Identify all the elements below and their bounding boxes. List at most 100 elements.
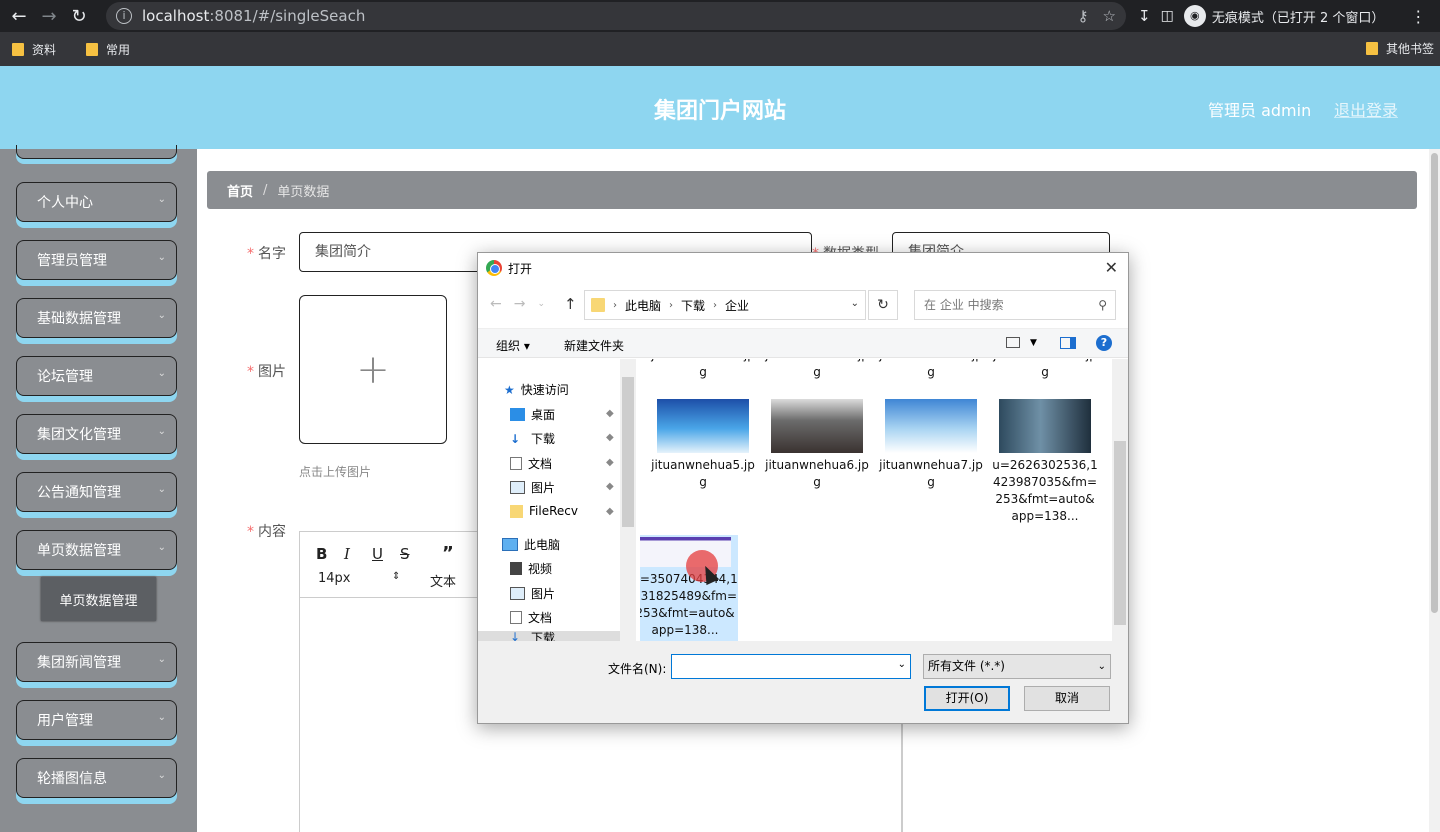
sidebar-item-basic-data[interactable]: 基础数据管理 ⌄ xyxy=(16,298,177,338)
cancel-button[interactable]: 取消 xyxy=(1024,686,1110,711)
plus-icon: + xyxy=(356,346,390,393)
file-item[interactable]: jituanwnehua1.jpg xyxy=(650,359,756,381)
download-icon[interactable]: ↧ xyxy=(1138,7,1151,25)
nav-pc-pictures[interactable]: 图片 xyxy=(510,585,555,602)
sidebar-item-label: 用户管理 xyxy=(37,713,93,729)
filetype-select[interactable]: 所有文件 (*.*) ⌄ xyxy=(923,654,1111,679)
path-bar[interactable]: › 此电脑 › 下载 › 企业 ⌄ xyxy=(584,290,866,320)
chevron-down-icon[interactable]: ⌄ xyxy=(898,659,906,670)
file-item[interactable]: u=2626302536,1423987035&fm=253&fmt=auto&… xyxy=(992,399,1098,525)
file-item[interactable]: jituanwnehua4.jpg xyxy=(992,359,1098,381)
view-dropdown-icon[interactable]: ▼ xyxy=(1030,338,1037,348)
path-segment[interactable]: 企业 xyxy=(725,297,749,314)
strikethrough-icon[interactable]: S xyxy=(400,545,410,563)
nav-quick-access[interactable]: ★ 快速访问 xyxy=(504,381,569,398)
folder-icon xyxy=(12,42,24,56)
nav-videos[interactable]: 视频 xyxy=(510,560,552,577)
video-icon xyxy=(510,562,522,575)
chrome-icon xyxy=(486,260,502,276)
pin-icon: ◆ xyxy=(606,457,614,468)
file-item[interactable]: jituanwnehua2.jpg xyxy=(764,359,870,381)
open-button[interactable]: 打开(O) xyxy=(924,686,1010,711)
help-icon[interactable]: ? xyxy=(1096,335,1112,351)
chevron-down-icon: ⌄ xyxy=(157,542,166,553)
refresh-icon[interactable]: ↻ xyxy=(868,290,898,320)
dialog-title: 打开 xyxy=(508,261,533,276)
up-folder-icon[interactable]: ↑ xyxy=(564,295,577,313)
new-folder-button[interactable]: 新建文件夹 xyxy=(564,337,624,354)
chevron-down-icon: ⌄ xyxy=(157,252,166,263)
path-segment[interactable]: 此电脑 xyxy=(625,297,661,314)
nav-pc-documents[interactable]: 文档 xyxy=(510,609,552,626)
sidebar-item-carousel[interactable]: 轮播图信息 ⌄ xyxy=(16,758,177,798)
incognito-label: 无痕模式（已打开 2 个窗口） xyxy=(1211,10,1385,26)
key-icon[interactable]: ⚷ xyxy=(1078,7,1089,25)
image-upload[interactable]: + xyxy=(299,295,447,444)
bookmarks-bar: 资料 常用 其他书签 xyxy=(0,32,1440,66)
back-icon[interactable]: ← xyxy=(4,1,34,31)
menu-kebab-icon[interactable]: ⋮ xyxy=(1410,7,1426,26)
forward-icon[interactable]: → xyxy=(34,1,64,31)
sidebar-item-partial[interactable] xyxy=(16,145,177,159)
nav-scrollbar[interactable] xyxy=(620,359,636,641)
file-item-selected[interactable]: u=3507404344,1431825489&fm=253&fmt=auto&… xyxy=(640,535,738,641)
folder-icon xyxy=(86,42,99,56)
italic-icon[interactable]: I xyxy=(344,545,350,563)
other-bookmarks[interactable]: 其他书签 xyxy=(1365,40,1434,57)
file-item[interactable]: jituanwnehua3.jpg xyxy=(878,359,984,381)
sidebar-item-forum[interactable]: 论坛管理 ⌄ xyxy=(16,356,177,396)
logout-link[interactable]: 退出登录 xyxy=(1334,97,1398,121)
quote-icon[interactable]: ” xyxy=(442,543,454,564)
sidebar-item-single-page[interactable]: 单页数据管理 ⌄ xyxy=(16,530,177,570)
organize-menu[interactable]: 组织 ▾ xyxy=(496,337,530,354)
sidebar-item-admins[interactable]: 管理员管理 ⌄ xyxy=(16,240,177,280)
close-icon[interactable]: ✕ xyxy=(1105,258,1118,277)
text-style-select[interactable]: 文本 xyxy=(430,571,456,590)
sidepanel-icon[interactable]: ◫ xyxy=(1161,8,1174,24)
page-scrollbar[interactable] xyxy=(1429,149,1440,832)
file-item[interactable]: jituanwnehua5.jpg xyxy=(650,399,756,491)
sidebar-item-culture[interactable]: 集团文化管理 ⌄ xyxy=(16,414,177,454)
bookmark-folder-1[interactable]: 资料 xyxy=(12,41,56,58)
nav-documents[interactable]: 文档 xyxy=(510,455,552,472)
scrollbar-thumb[interactable] xyxy=(1114,441,1126,625)
nav-filerecv[interactable]: FileRecv xyxy=(510,504,578,518)
nav-this-pc[interactable]: 视频此电脑 xyxy=(502,536,560,553)
nav-downloads[interactable]: ↓ 下载 xyxy=(510,430,555,447)
sidebar-item-users[interactable]: 用户管理 ⌄ xyxy=(16,700,177,740)
file-item[interactable]: jituanwnehua6.jpg xyxy=(764,399,870,491)
site-info-icon[interactable]: i xyxy=(116,8,132,24)
underline-icon[interactable]: U xyxy=(372,545,383,563)
bold-icon[interactable]: B xyxy=(316,545,327,563)
incognito-indicator[interactable]: ◉ 无痕模式（已打开 2 个窗口） xyxy=(1183,5,1385,27)
chevron-down-icon[interactable]: ⌄ xyxy=(851,298,859,309)
sidebar-item-notices[interactable]: 公告通知管理 ⌄ xyxy=(16,472,177,512)
sidebar-item-label: 集团文化管理 xyxy=(37,427,121,443)
scrollbar-thumb[interactable] xyxy=(622,377,634,527)
submenu-single-page[interactable]: 单页数据管理 xyxy=(41,577,156,621)
sidebar-item-profile[interactable]: 个人中心 ⌄ xyxy=(16,182,177,222)
recent-dropdown-icon[interactable]: ⌄ xyxy=(537,299,545,312)
reload-icon[interactable]: ↻ xyxy=(64,1,94,31)
search-placeholder: 在 企业 中搜索 xyxy=(924,298,1004,312)
path-segment[interactable]: 下载 xyxy=(681,297,705,314)
font-size-select[interactable]: 14px xyxy=(318,571,351,586)
breadcrumb-home[interactable]: 首页 xyxy=(227,181,253,200)
preview-pane-icon[interactable] xyxy=(1060,337,1076,349)
filename-input[interactable]: ⌄ xyxy=(671,654,911,679)
bookmark-folder-2[interactable]: 常用 xyxy=(86,41,130,58)
dialog-forward-icon[interactable]: → xyxy=(514,296,526,312)
address-bar[interactable]: i localhost :8081/#/singleSeach ⚷ ☆ xyxy=(106,2,1126,30)
download-arrow-icon: ↓ xyxy=(510,431,521,446)
view-mode-icon[interactable] xyxy=(1006,337,1020,348)
scrollbar-thumb[interactable] xyxy=(1431,153,1438,613)
file-item[interactable]: jituanwnehua7.jpg xyxy=(878,399,984,491)
sidebar-item-news[interactable]: 集团新闻管理 ⌄ xyxy=(16,642,177,682)
nav-pictures[interactable]: 图片 xyxy=(510,479,555,496)
chevron-down-icon: ⌄ xyxy=(1097,661,1106,672)
file-list-scrollbar[interactable] xyxy=(1112,359,1128,641)
dialog-back-icon[interactable]: ← xyxy=(490,296,502,312)
dialog-search-input[interactable]: 在 企业 中搜索 ⚲ xyxy=(914,290,1116,320)
bookmark-star-icon[interactable]: ☆ xyxy=(1103,7,1116,25)
nav-desktop[interactable]: 桌面 xyxy=(510,406,555,423)
